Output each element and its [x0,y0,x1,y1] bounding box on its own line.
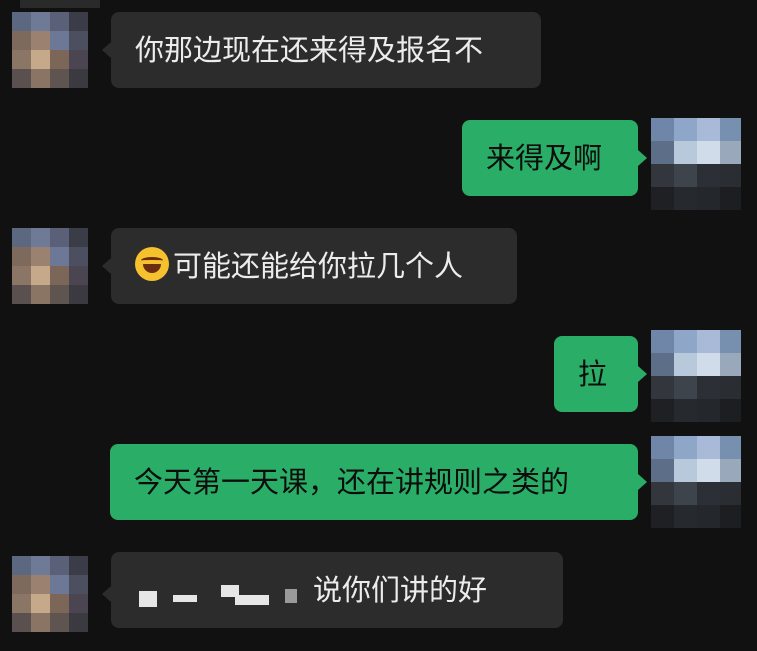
outgoing-message-bubble[interactable]: 拉 [554,336,638,412]
bubble-tail [102,586,111,602]
my-avatar[interactable] [651,330,741,422]
outgoing-message-bubble[interactable]: 来得及啊 [462,120,638,196]
incoming-message-bubble[interactable]: 说你们讲的好 [111,552,563,628]
bubble-tail [638,366,647,382]
bubble-tail [102,42,111,58]
message-text: 可能还能给你拉几个人 [173,249,464,283]
contact-avatar[interactable] [12,228,88,304]
contact-avatar[interactable] [12,12,88,88]
bubble-tail [638,474,647,490]
my-avatar[interactable] [651,436,741,528]
outgoing-message-bubble[interactable]: 今天第一天课，还在讲规则之类的 [110,444,638,520]
bubble-tail [102,258,111,274]
face-with-tears-of-joy-icon [135,247,169,281]
my-avatar[interactable] [651,118,741,210]
incoming-message-bubble[interactable]: 你那边现在还来得及报名不 [111,12,541,88]
message-text: 今天第一天课，还在讲规则之类的 [134,465,570,499]
contact-avatar[interactable] [12,556,88,632]
incoming-message-bubble[interactable]: 可能还能给你拉几个人 [111,228,517,304]
message-text: 说你们讲的好 [313,573,488,607]
message-text: 你那边现在还来得及报名不 [135,33,484,67]
bubble-tail [638,150,647,166]
previous-avatar-edge [20,0,100,8]
message-text: 拉 [578,357,608,391]
message-text: 来得及啊 [486,141,603,175]
redacted-text-block [135,577,303,607]
